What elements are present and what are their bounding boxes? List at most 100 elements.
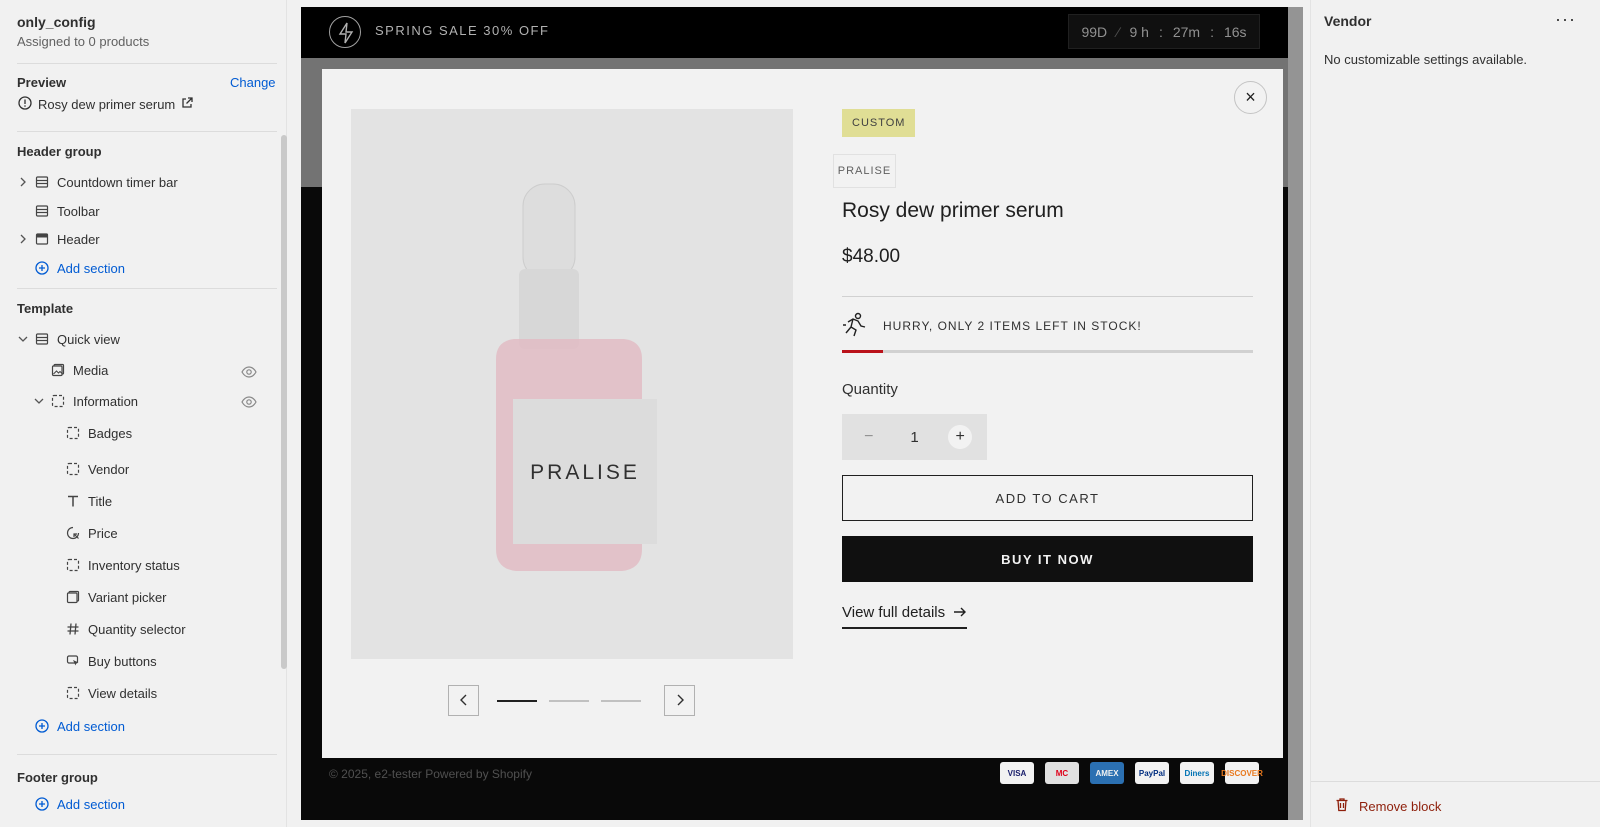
- section-countdown-timer-bar[interactable]: Countdown timer bar: [34, 168, 178, 196]
- eye-icon[interactable]: [241, 394, 257, 410]
- block-label: Buy buttons: [88, 653, 157, 669]
- preview-scrollbar[interactable]: [1288, 7, 1303, 820]
- view-full-details-link[interactable]: View full details: [842, 604, 968, 629]
- slide-indicator[interactable]: [497, 700, 537, 702]
- footer-copyright[interactable]: © 2025, e2-tester Powered by Shopify: [329, 767, 532, 781]
- change-button[interactable]: Change: [230, 75, 276, 90]
- block-variant-picker[interactable]: Variant picker: [65, 583, 167, 611]
- variant-icon: [65, 589, 81, 605]
- visa-icon: VISA: [1000, 762, 1034, 784]
- timer-seconds: 16s: [1223, 23, 1247, 40]
- cursor-click-icon: [65, 653, 81, 669]
- quantity-value[interactable]: 1: [910, 429, 918, 446]
- divider: [1311, 781, 1600, 782]
- block-price[interactable]: Price: [65, 519, 118, 547]
- section-icon: [34, 174, 50, 190]
- minus-button[interactable]: −: [857, 425, 881, 449]
- block-dashed-icon: [65, 425, 81, 441]
- template-heading: Template: [17, 301, 74, 316]
- external-link-icon[interactable]: [181, 97, 193, 112]
- vendor-label[interactable]: PRALISE: [834, 155, 895, 187]
- slide-indicator[interactable]: [601, 700, 641, 702]
- section-header[interactable]: Header: [34, 225, 100, 253]
- plus-circle-icon: [34, 796, 50, 812]
- product-title: Rosy dew primer serum: [842, 199, 1064, 222]
- header-group-heading: Header group: [17, 144, 102, 159]
- timer-hours: 9 h: [1129, 23, 1149, 40]
- section-label: Quick view: [57, 331, 120, 347]
- plus-circle-icon: [34, 718, 50, 734]
- divider: [17, 131, 277, 132]
- add-section-label: Add section: [57, 718, 125, 734]
- section-icon: [34, 203, 50, 219]
- timer-minutes: 27m: [1172, 23, 1201, 40]
- chevron-left-icon: [459, 693, 468, 709]
- trash-icon: [1335, 797, 1349, 815]
- add-section-label: Add section: [57, 260, 125, 276]
- block-vendor[interactable]: Vendor: [65, 455, 129, 483]
- section-toolbar[interactable]: Toolbar: [34, 197, 100, 225]
- block-label: Media: [73, 362, 109, 378]
- chevron-down-icon[interactable]: [33, 395, 45, 407]
- block-buy-buttons[interactable]: Buy buttons: [65, 647, 157, 675]
- plus-button[interactable]: +: [948, 425, 973, 449]
- next-image-button[interactable]: [664, 685, 695, 716]
- bottle-brand-text: PRALISE: [530, 461, 640, 484]
- block-view-details[interactable]: View details: [65, 679, 157, 707]
- block-dashed-icon: [50, 393, 66, 409]
- announcement-text: SPRING SALE 30% OFF: [375, 23, 550, 38]
- add-section-label: Add section: [57, 796, 125, 812]
- block-label: Price: [88, 525, 118, 541]
- product-price: $48.00: [842, 246, 901, 267]
- add-section-button[interactable]: Add section: [34, 790, 125, 818]
- add-section-button[interactable]: Add section: [34, 712, 125, 740]
- view-details-label: View full details: [842, 604, 946, 621]
- block-inventory-status[interactable]: Inventory status: [65, 551, 180, 579]
- slide-indicator[interactable]: [549, 700, 589, 702]
- chevron-right-icon[interactable]: [17, 176, 29, 188]
- block-badges[interactable]: Badges: [65, 419, 132, 447]
- stock-progress-bar: [842, 350, 1253, 353]
- eye-icon[interactable]: [241, 364, 257, 380]
- buy-it-now-button[interactable]: BUY IT NOW: [842, 536, 1253, 582]
- footer-group-heading: Footer group: [17, 770, 98, 785]
- remove-block-button[interactable]: Remove block: [1335, 797, 1441, 815]
- timer-separator: ∕: [1117, 23, 1120, 40]
- block-label: Badges: [88, 425, 133, 441]
- block-dashed-icon: [65, 557, 81, 573]
- right-sidebar: Vendor ··· No customizable settings avai…: [1310, 0, 1600, 827]
- close-button[interactable]: ×: [1234, 81, 1267, 114]
- prev-image-button[interactable]: [448, 685, 479, 716]
- preview-product-name: Rosy dew primer serum: [38, 97, 176, 112]
- close-icon: ×: [1245, 87, 1256, 107]
- preview-product[interactable]: Rosy dew primer serum: [18, 96, 193, 113]
- chevron-down-icon[interactable]: [17, 333, 29, 345]
- block-title[interactable]: Title: [65, 487, 112, 515]
- block-label: View details: [88, 685, 158, 701]
- countdown-timer: 99D ∕ 9 h : 27m : 16s: [1068, 14, 1260, 49]
- divider: [17, 288, 277, 289]
- block-label: Inventory status: [88, 557, 180, 573]
- product-image[interactable]: PRALISE: [351, 109, 793, 659]
- block-settings-title: Vendor: [1324, 13, 1372, 29]
- quantity-stepper[interactable]: − 1 +: [842, 414, 987, 460]
- left-sidebar: only_config Assigned to 0 products Previ…: [0, 0, 287, 827]
- block-media[interactable]: Media: [50, 356, 108, 384]
- announcement-bar: SPRING SALE 30% OFF 99D ∕ 9 h : 27m : 16…: [301, 7, 1288, 58]
- diners-icon: Diners: [1180, 762, 1214, 784]
- mastercard-icon: MC: [1045, 762, 1079, 784]
- sidebar-scrollbar[interactable]: [281, 135, 287, 669]
- divider: [842, 296, 1253, 297]
- section-quick-view[interactable]: Quick view: [34, 325, 120, 353]
- add-section-button[interactable]: Add section: [34, 254, 125, 282]
- divider: [17, 754, 277, 755]
- block-quantity-selector[interactable]: Quantity selector: [65, 615, 186, 643]
- add-to-cart-button[interactable]: ADD TO CART: [842, 475, 1253, 521]
- more-options-icon[interactable]: ···: [1555, 9, 1576, 30]
- quantity-label: Quantity: [842, 381, 898, 398]
- chevron-right-icon[interactable]: [17, 233, 29, 245]
- stock-progress-fill: [842, 350, 884, 353]
- chevron-right-icon: [676, 693, 684, 709]
- block-information[interactable]: Information: [50, 387, 138, 415]
- amex-icon: AMEX: [1090, 762, 1124, 784]
